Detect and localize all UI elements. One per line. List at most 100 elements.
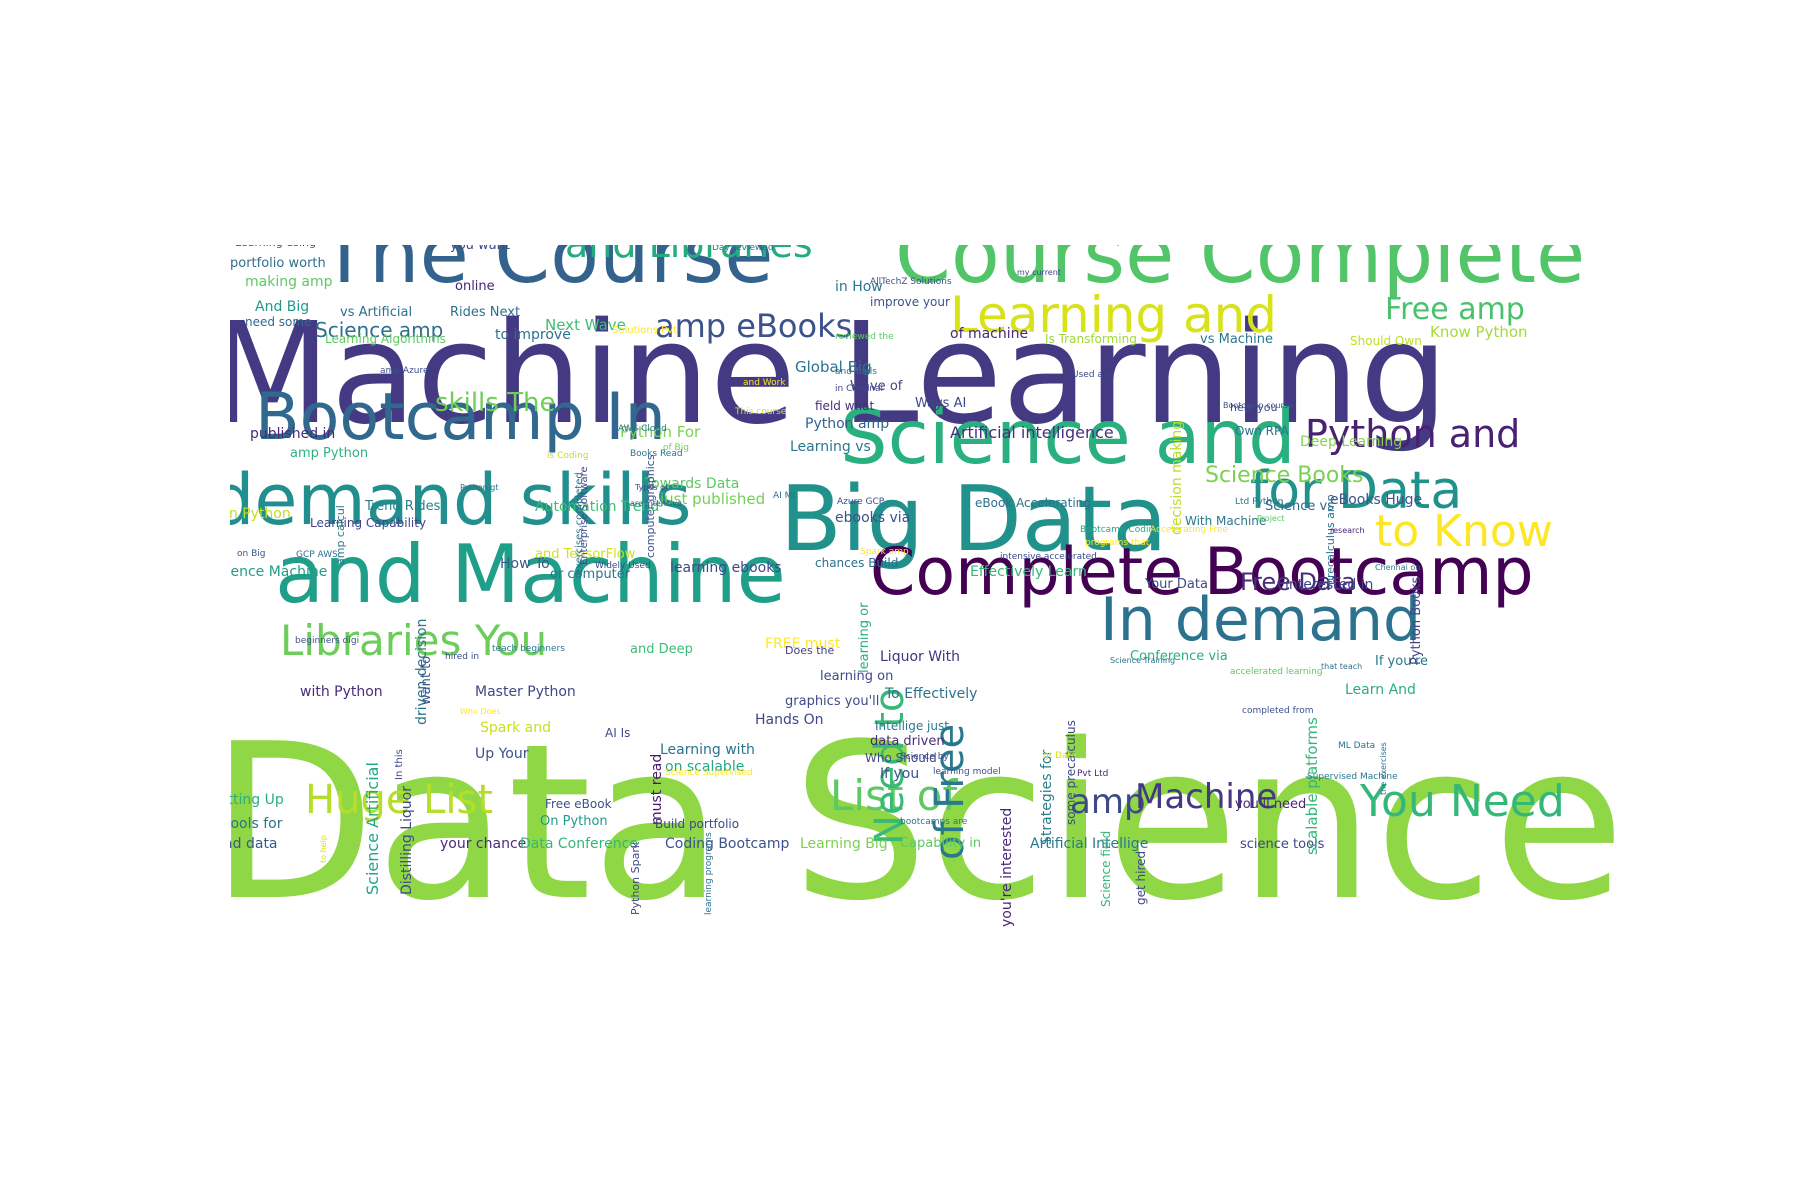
word-gcp-aws: GCP AWS	[296, 550, 338, 560]
word-reviewed-the: reviewed the	[835, 332, 894, 342]
word-programs-that: programs that	[1085, 538, 1150, 548]
word-in-chennai: in Chennai	[835, 384, 884, 394]
word-to-help: to help	[319, 835, 328, 863]
word-exercises-completed: exercises completed	[574, 472, 585, 575]
word-ebooks-huge: eBooks Huge	[1330, 492, 1423, 508]
word-books-read: Books Read	[630, 449, 683, 459]
word-learning-programs: learning programs	[704, 832, 714, 915]
word-alltechz-solutions: AllTechZ Solutions	[870, 277, 952, 287]
word-improve-your: improve your	[870, 295, 950, 309]
word-know-python: Know Python	[1430, 323, 1528, 341]
word-you-re-interested: you're interested	[999, 807, 1015, 927]
word-you-ll-need: you'll need	[1235, 797, 1307, 812]
word-gt-data: gt Data	[1043, 751, 1077, 761]
word-are-intensive: are intensive	[630, 499, 682, 508]
word-amp-azure: amp Azure	[380, 366, 429, 376]
word-your-chance: your chance	[440, 836, 527, 852]
word-completed-from: completed from	[1242, 706, 1314, 716]
word-learning-or: learning or	[857, 602, 872, 673]
word-this-course: This course	[735, 407, 787, 417]
word-some-precalculus: some precalculus	[1064, 720, 1078, 825]
word-on-big: on Big	[237, 549, 266, 559]
word-ai-is: AI Is	[605, 726, 631, 740]
word-field-what: field what	[815, 399, 875, 413]
word-in-this: In this	[394, 749, 405, 780]
word-precalculus-amp: precalculus amp	[1324, 494, 1337, 585]
word-decision-making: decision making	[1169, 420, 1185, 535]
word-hired-in: hired in	[445, 652, 480, 662]
word-ai-ml: AI ML	[773, 491, 798, 501]
word-intellige-just: Intellige just	[875, 719, 949, 733]
word-to-know: to Know	[1375, 506, 1553, 557]
word-aws-cloud: AWS Cloud	[618, 424, 667, 434]
word-hands-on: Hands On	[755, 712, 824, 728]
word-rides-next: Rides Next	[450, 305, 521, 320]
word-pvt-ltd: Pvt Ltd	[1077, 769, 1109, 779]
word-data-driven: data driven	[870, 734, 945, 749]
word-used-and: Used and	[1072, 370, 1115, 380]
word-if-you: If you	[880, 766, 920, 782]
word-science-supervised: Science Supervised	[665, 768, 753, 778]
word-science-field: Science field	[1099, 830, 1113, 907]
word-to-effectively: To Effectively	[885, 686, 978, 702]
word-learning-algorithms: Learning Algorithms	[325, 332, 446, 346]
word-is-transforming: Is Transforming	[1045, 332, 1137, 346]
word-research: research	[1330, 526, 1365, 535]
word-get-hired: get hired	[1134, 850, 1148, 905]
word-need-some: need some	[245, 315, 312, 329]
word-intensive-accelerated: intensive accelerated	[1000, 552, 1097, 562]
word-teach-beginners: teach beginners	[492, 644, 565, 654]
word-your-data: Your Data	[1145, 577, 1208, 592]
word-ltd-python: Ltd Python	[1235, 497, 1284, 507]
word-vs-artificial: vs Artificial	[340, 305, 413, 320]
word-types-of: Types of	[635, 483, 668, 492]
word-skills-the: skills The	[435, 388, 556, 418]
word-want-to: want to	[419, 655, 434, 705]
word-tools-for: tools for	[230, 816, 283, 832]
word-cloud: Data Science Machine Learning Big Data Scie…	[230, 245, 1620, 945]
word-data-conference: Data Conference	[520, 836, 638, 852]
word-python-books: Python Books	[1409, 576, 1424, 665]
word-and-tools: and Tools	[835, 367, 877, 377]
word-amp-python: amp Python	[290, 446, 369, 461]
word-on-python: On Python	[540, 814, 608, 829]
word-learn-and: Learn And	[1345, 682, 1416, 698]
word-in-demand: In demand	[1100, 585, 1422, 655]
word-accelerated-learning: accelerated learning	[1230, 667, 1323, 677]
word-published-in: published in	[250, 426, 336, 442]
word-coding-bootcamp: Coding Bootcamp	[665, 836, 790, 852]
word-learning-capability: Learning Capability	[310, 516, 427, 530]
word-azure-gcp: Azure GCP	[837, 497, 885, 507]
word-bootcamp-coding: Bootcamp Coding	[1080, 525, 1160, 535]
word-amp-ebooks: amp eBooks	[655, 307, 853, 345]
word-learning-using: Learning using	[235, 245, 316, 248]
word-distilling-liquor: Distilling Liquor	[399, 786, 415, 895]
word-with-python: with Python	[300, 684, 383, 700]
word-learning-model: learning model	[933, 767, 1001, 777]
word-python-spark: Python Spark	[629, 841, 642, 915]
word-science-machine: Science Machine	[230, 564, 328, 580]
word-science-training: Science Training	[1110, 656, 1176, 665]
word-ebook-accelerating: eBook Accelerating	[975, 496, 1091, 510]
word-free-amp: Free amp	[1385, 292, 1525, 327]
word-is-coding: is Coding	[547, 451, 589, 461]
word-python-gt: Python gt	[460, 483, 499, 492]
word-graphics-you-ll: graphics you'll	[785, 694, 880, 709]
word-spark-amp: Spark amp	[860, 547, 909, 557]
word-own-rpa: Own RPA	[1235, 424, 1289, 438]
word-effectively-learn: Effectively Learn	[970, 564, 1087, 580]
word-bootcamps-are: bootcamps are	[900, 817, 968, 827]
word-the-exercises: the exercises	[1379, 742, 1388, 795]
word-vs-machine: vs Machine	[1200, 332, 1274, 347]
word-trend-rides: Trend Rides	[365, 499, 441, 514]
word-science-by: Science by	[900, 752, 949, 762]
word-up-your: Up Your	[475, 746, 529, 762]
word-and-deep: and Deep	[630, 642, 693, 657]
word-accelerating-free: Accelerating Free	[1150, 525, 1229, 535]
word-artificial-intelligence: Artificial intelligence	[950, 423, 1114, 442]
word-free-ebook: Free eBook	[545, 797, 612, 811]
word-supervised-machine: Supervised Machine	[1307, 772, 1398, 782]
word-learning-ebooks: learning ebooks	[670, 560, 782, 576]
word-learning-vs: Learning vs	[790, 439, 871, 455]
word-ways-ai: Ways AI	[915, 396, 967, 411]
